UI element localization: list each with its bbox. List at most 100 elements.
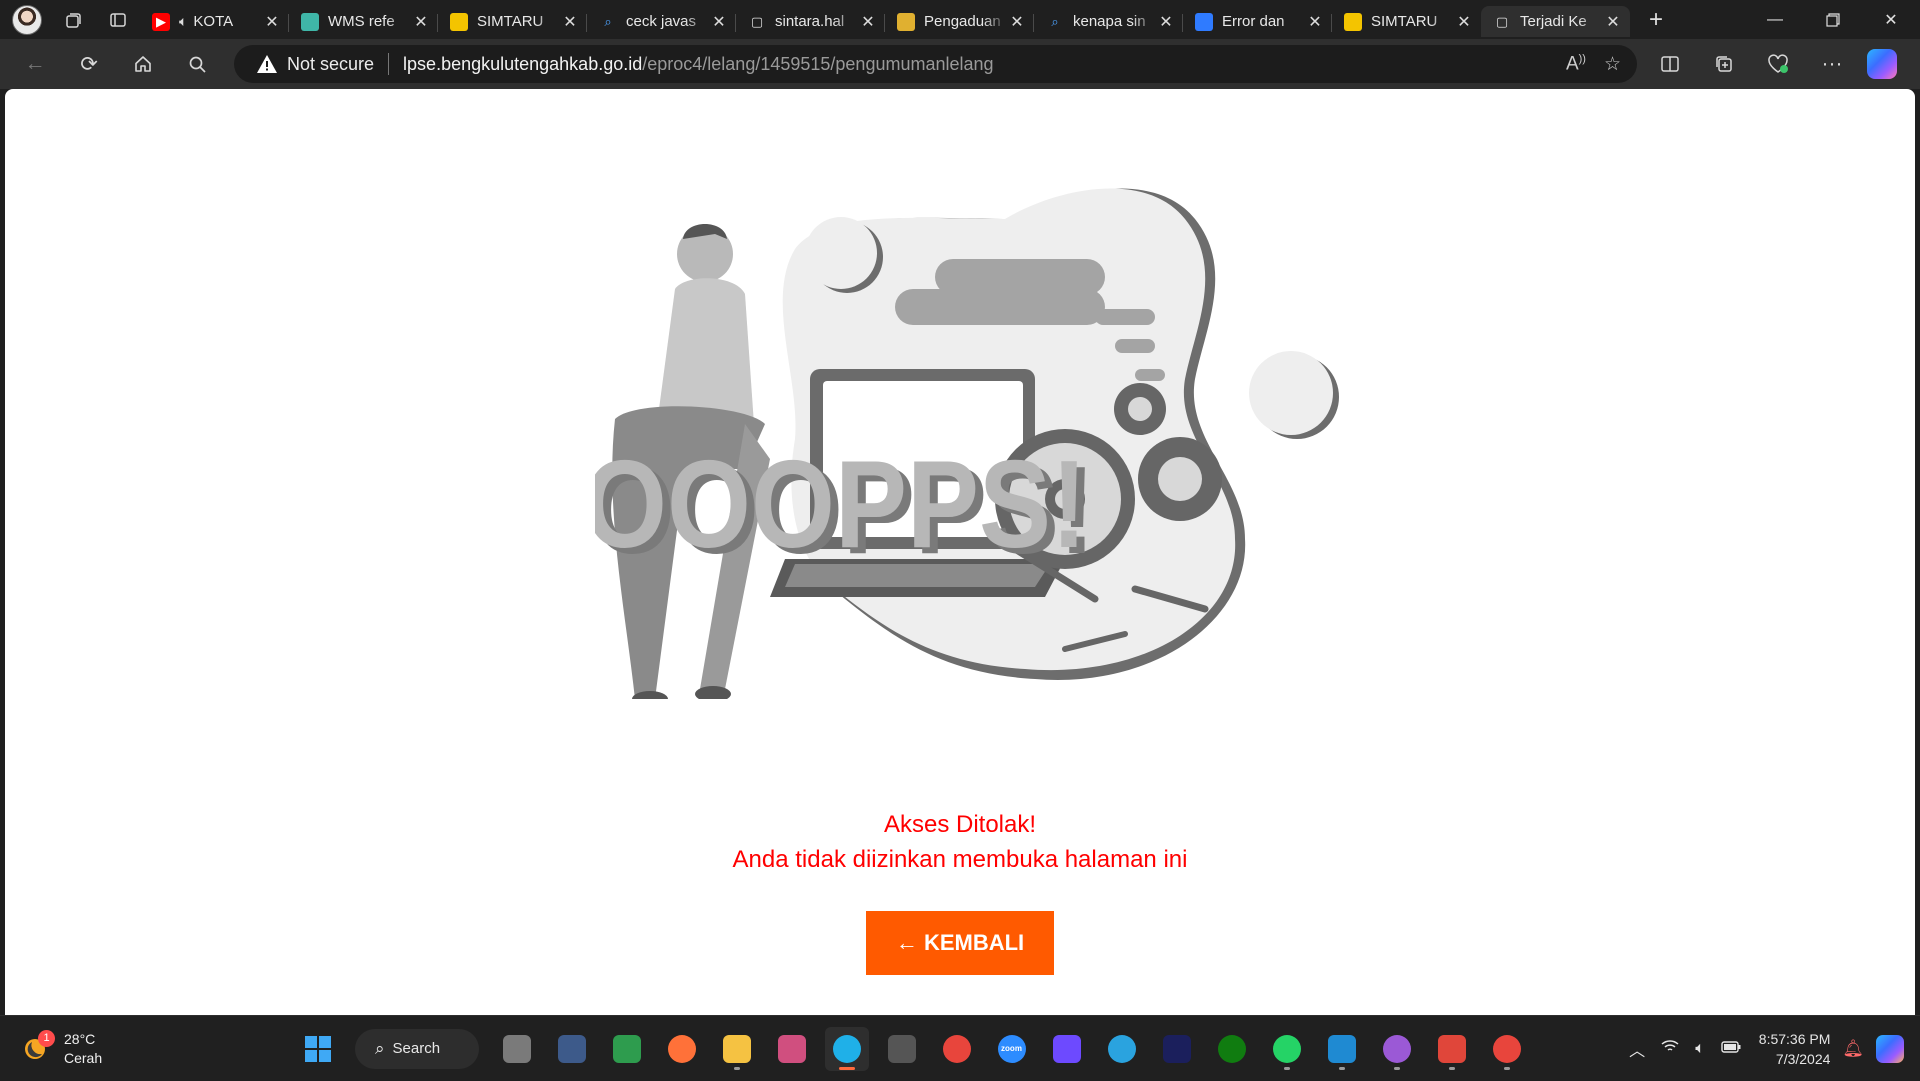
apps-icon: [1195, 12, 1213, 31]
tab-3[interactable]: SIMTARU ✕: [437, 6, 587, 37]
map-globe-icon: [301, 12, 319, 31]
new-tab-button[interactable]: +: [1636, 4, 1676, 36]
weather-widget[interactable]: 1 28°C Cerah: [22, 1030, 102, 1068]
oops-illustration: OOOPPS! OOOPPS!: [595, 188, 1339, 699]
back-icon[interactable]: ←: [8, 44, 62, 84]
running-indicator: [838, 1066, 855, 1070]
page-icon: ▢: [1495, 13, 1509, 29]
error-detail: Anda tidak diizinkan membuka halaman ini: [732, 846, 1188, 873]
tab-5[interactable]: ▢ sintara.hal ✕: [735, 6, 885, 37]
taskbar-search[interactable]: ⌕ Search: [355, 1028, 479, 1069]
favorite-star-icon[interactable]: ☆: [1604, 53, 1621, 76]
start-button[interactable]: [296, 1027, 340, 1071]
clock-date: 7/3/2024: [1775, 1050, 1831, 1067]
workspaces-icon[interactable]: [52, 0, 96, 39]
chevron-up-icon[interactable]: ︿: [1629, 1037, 1645, 1061]
proton-icon[interactable]: [1045, 1027, 1089, 1071]
tab-close-icon[interactable]: ✕: [1306, 12, 1324, 32]
snipping-tool-glyph: [777, 1034, 806, 1063]
tab-close-icon[interactable]: ✕: [1455, 12, 1473, 32]
restore-button[interactable]: [1804, 0, 1862, 39]
document-icon: ▢: [750, 13, 764, 29]
tab-close-icon[interactable]: ✕: [1157, 12, 1175, 32]
tab-title: ceck javas: [626, 13, 697, 30]
tab-close-icon[interactable]: ✕: [412, 12, 430, 32]
whatsapp-icon[interactable]: [1265, 1027, 1309, 1071]
simtaru-logo-icon: [1344, 12, 1362, 31]
search-icon: ⌕: [604, 13, 612, 29]
tab-close-icon[interactable]: ✕: [710, 12, 728, 32]
tab-close-icon[interactable]: ✕: [1604, 12, 1622, 32]
tab-10[interactable]: ▢ Terjadi Ke ✕: [1481, 6, 1630, 37]
back-button[interactable]: ← KEMBALI: [866, 911, 1054, 975]
warning-icon[interactable]: [256, 54, 278, 74]
crest-icon: [897, 12, 915, 31]
tab-close-icon[interactable]: ✕: [859, 12, 877, 32]
url-host: lpse.bengkulutengahkab.go.id: [403, 53, 643, 74]
weather-badge: 1: [38, 1030, 55, 1047]
qgis-map-icon[interactable]: [605, 1027, 649, 1071]
firefox-icon[interactable]: [660, 1027, 704, 1071]
tab-close-icon[interactable]: ✕: [263, 12, 281, 32]
search-icon[interactable]: [170, 44, 224, 84]
weather-text: 28°C Cerah: [64, 1030, 102, 1068]
minimize-button[interactable]: —: [1746, 0, 1804, 39]
telegram-glyph: [1107, 1034, 1136, 1063]
profile-avatar[interactable]: [12, 4, 42, 35]
browser-essentials-icon[interactable]: [1751, 44, 1805, 84]
address-bar[interactable]: Not secure lpse.bengkulutengahkab.go.id/…: [234, 45, 1637, 83]
tab-audio-icon[interactable]: 🔈︎: [179, 13, 187, 30]
chrome-profile-icon[interactable]: [1485, 1027, 1529, 1071]
chrome-icon[interactable]: [935, 1027, 979, 1071]
tab-8[interactable]: Error dan ✕: [1182, 6, 1332, 37]
tab-title: KOTA: [193, 13, 234, 30]
close-window-button[interactable]: ✕: [1862, 0, 1920, 39]
not-secure-label[interactable]: Not secure: [287, 54, 374, 75]
notification-bell-icon[interactable]: 🔔︎: [1842, 1039, 1864, 1059]
media-player-icon[interactable]: [1375, 1027, 1419, 1071]
split-screen-icon[interactable]: [1643, 44, 1697, 84]
refresh-icon[interactable]: ⟳: [62, 44, 116, 84]
tab-6[interactable]: Pengaduan ✕: [884, 6, 1034, 37]
tab-close-icon[interactable]: ✕: [1008, 12, 1026, 32]
tab-4[interactable]: ⌕ ceck javas ✕: [586, 6, 736, 37]
volume-icon[interactable]: 🔈︎: [1695, 1040, 1705, 1058]
read-aloud-icon[interactable]: A)): [1566, 53, 1586, 75]
tab-close-icon[interactable]: ✕: [561, 12, 579, 32]
search-icon: ⌕: [1051, 13, 1059, 29]
xbox-icon[interactable]: [1210, 1027, 1254, 1071]
copilot-taskbar-icon[interactable]: [1876, 1034, 1904, 1063]
copilot-icon[interactable]: [1867, 49, 1897, 79]
tab-title: kenapa sin: [1073, 13, 1146, 30]
zoom-icon[interactable]: zoom: [990, 1027, 1034, 1071]
task-view-icon[interactable]: [495, 1027, 539, 1071]
running-indicator: [1338, 1066, 1345, 1070]
simtaru-logo-icon: [450, 12, 468, 31]
tab-9[interactable]: SIMTARU ✕: [1331, 6, 1481, 37]
home-icon[interactable]: [116, 44, 170, 84]
edge-icon[interactable]: [824, 1026, 869, 1071]
telegram-icon[interactable]: [1100, 1027, 1144, 1071]
vscode-icon[interactable]: [1320, 1027, 1364, 1071]
file-explorer-icon[interactable]: [715, 1027, 759, 1071]
weather-temp: 28°C: [64, 1031, 96, 1047]
chrome-glyph: [942, 1034, 971, 1063]
tab-2[interactable]: WMS refe ✕: [288, 6, 438, 37]
wifi-icon[interactable]: [1661, 1039, 1679, 1058]
collections-icon[interactable]: [1697, 44, 1751, 84]
vpn-shield-icon[interactable]: [550, 1027, 594, 1071]
running-indicator: [1283, 1066, 1290, 1070]
clock[interactable]: 8:57:36 PM 7/3/2024: [1759, 1029, 1831, 1069]
snipping-tool-icon[interactable]: [770, 1027, 814, 1071]
tab-title: Terjadi Ke: [1520, 13, 1587, 30]
tab-title: sintara.hal: [775, 13, 845, 30]
tab-7[interactable]: ⌕ kenapa sin ✕: [1033, 6, 1183, 37]
vertical-tabs-icon[interactable]: [96, 0, 140, 39]
pdf-tool-icon[interactable]: [1430, 1027, 1474, 1071]
battery-icon[interactable]: [1721, 1040, 1741, 1058]
url-text[interactable]: lpse.bengkulutengahkab.go.id/eproc4/lela…: [403, 54, 993, 75]
more-options-icon[interactable]: ···: [1805, 44, 1859, 84]
terminal-icon[interactable]: [880, 1027, 924, 1071]
tab-1[interactable]: ▶ 🔈︎ KOTA ✕: [140, 6, 289, 37]
webex-icon[interactable]: [1155, 1027, 1199, 1071]
